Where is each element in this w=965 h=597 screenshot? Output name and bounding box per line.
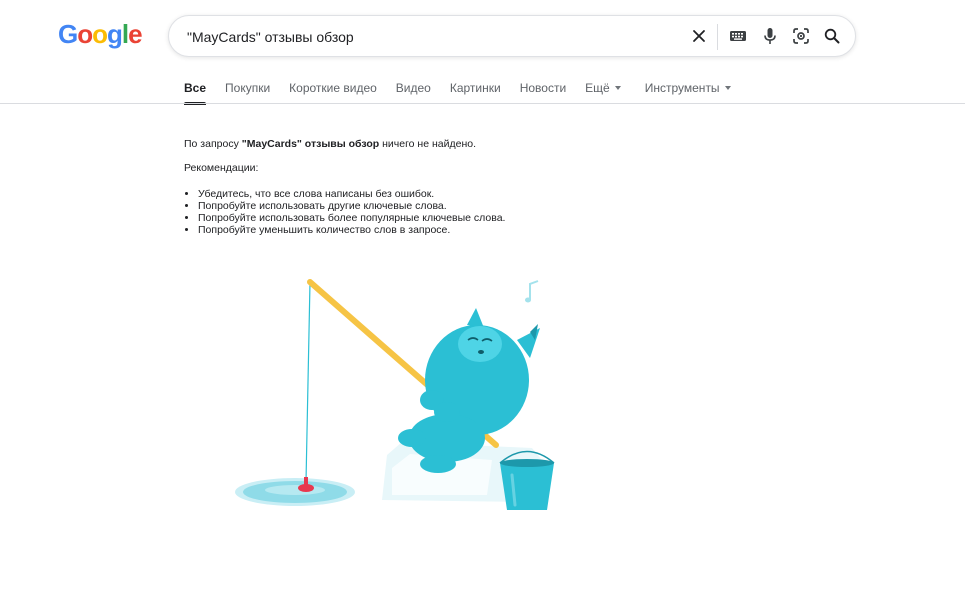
tab-videos[interactable]: Видео bbox=[396, 78, 431, 98]
tab-shopping[interactable]: Покупки bbox=[225, 78, 270, 98]
tab-all[interactable]: Все bbox=[184, 78, 207, 105]
logo-letter: e bbox=[128, 19, 143, 49]
logo-letter: o bbox=[77, 19, 93, 49]
search-box bbox=[168, 15, 856, 57]
logo-letter: G bbox=[58, 19, 78, 49]
no-results-message: По запросу "MayCards" отзывы обзор ничег… bbox=[184, 138, 505, 236]
list-item: Убедитесь, что все слова написаны без ош… bbox=[198, 188, 505, 200]
tabs-divider bbox=[0, 103, 965, 104]
keyboard-icon[interactable] bbox=[727, 25, 749, 47]
tools-button[interactable]: Инструменты bbox=[645, 78, 731, 98]
google-logo[interactable]: Google bbox=[58, 19, 143, 50]
chevron-down-icon bbox=[614, 85, 621, 90]
search-tabs: Все Покупки Короткие видео Видео Картинк… bbox=[184, 78, 750, 105]
lens-icon[interactable] bbox=[790, 25, 812, 47]
search-divider bbox=[717, 24, 718, 50]
close-icon[interactable] bbox=[688, 25, 710, 47]
no-results-suffix: ничего не найдено. bbox=[379, 138, 477, 150]
list-item: Попробуйте использовать другие ключевые … bbox=[198, 200, 505, 212]
logo-letter: g bbox=[107, 19, 123, 49]
query-bold: "MayCards" отзывы обзор bbox=[241, 138, 380, 150]
no-results-text: По запросу "MayCards" отзывы обзор ничег… bbox=[184, 138, 505, 150]
no-results-prefix: По запросу bbox=[184, 138, 242, 150]
search-icon[interactable] bbox=[821, 25, 843, 47]
tab-images[interactable]: Картинки bbox=[450, 78, 501, 98]
logo-letter: o bbox=[92, 19, 108, 49]
recommendations-title: Рекомендации: bbox=[184, 162, 259, 174]
tab-news[interactable]: Новости bbox=[520, 78, 566, 98]
tab-short-videos[interactable]: Короткие видео bbox=[289, 78, 377, 98]
list-item: Попробуйте уменьшить количество слов в з… bbox=[198, 224, 505, 236]
tab-more-label: Ещё bbox=[585, 81, 610, 95]
search-input[interactable] bbox=[185, 26, 669, 48]
list-item: Попробуйте использовать более популярные… bbox=[198, 212, 505, 224]
microphone-icon[interactable] bbox=[759, 25, 781, 47]
chevron-down-icon bbox=[724, 85, 731, 90]
tab-more[interactable]: Ещё bbox=[585, 78, 621, 98]
recommendations-list: Убедитесь, что все слова написаны без ош… bbox=[184, 188, 505, 236]
fishing-monster-illustration bbox=[232, 270, 572, 525]
tools-label: Инструменты bbox=[644, 81, 720, 95]
